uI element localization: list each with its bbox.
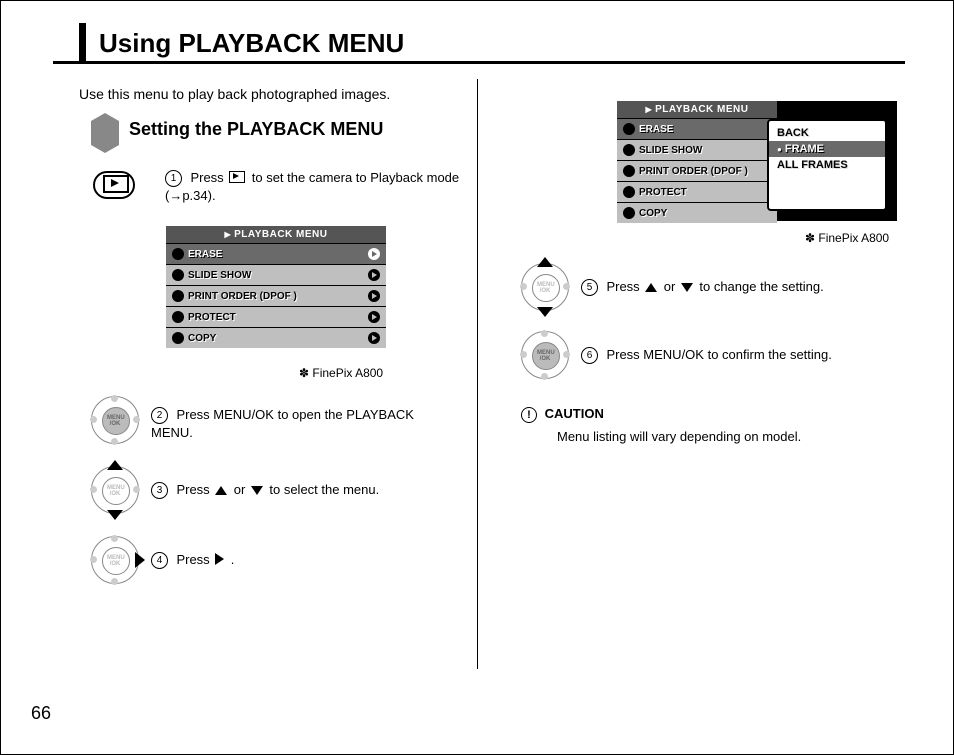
menu-row-copy: COPY <box>166 327 386 348</box>
title-underline <box>53 61 905 64</box>
menu2-row-printorder: PRINT ORDER (DPOF ) <box>617 160 777 181</box>
controller-right-icon: MENU /OK <box>91 536 139 584</box>
menu2-row-copy: COPY <box>617 202 777 223</box>
controller-up-down-icon-2: MENU /OK <box>521 263 569 311</box>
step-number-3: 3 <box>151 482 168 499</box>
playback-button-icon <box>93 171 135 199</box>
step-6: 6 Press MENU/OK to confirm the setting. <box>581 346 901 364</box>
step-5: 5 Press or to change the setting. <box>581 278 901 296</box>
up-arrow-icon <box>215 486 227 495</box>
caution-text: Menu listing will vary depending on mode… <box>557 429 801 444</box>
sub-allframes: ALL FRAMES <box>769 157 885 173</box>
lcd-screen-erase-submenu: PLAYBACK MENU ERASE SLIDE SHOW PRINT ORD… <box>617 101 897 221</box>
intro-text: Use this menu to play back photographed … <box>79 86 390 102</box>
up-arrow-icon-2 <box>645 283 657 292</box>
step-1: 1 Press to set the camera to Playback mo… <box>165 169 465 205</box>
playback-mode-icon <box>229 171 245 183</box>
controller-menu-ok-icon: MENU /OK <box>91 396 139 444</box>
menu-row-erase: ERASE <box>166 243 386 264</box>
screen2-title: PLAYBACK MENU <box>617 101 777 118</box>
step-2-text: Press MENU/OK to open the PLAYBACK MENU. <box>151 407 414 440</box>
sub-frame: FRAME <box>769 141 885 157</box>
step-number-5: 5 <box>581 279 598 296</box>
menu-row-slideshow: SLIDE SHOW <box>166 264 386 285</box>
caution-icon: ! <box>521 407 537 423</box>
hexagon-bullet-icon <box>91 121 119 145</box>
page-number: 66 <box>31 703 51 724</box>
step-4: 4 Press . <box>151 551 451 569</box>
manual-page: Using PLAYBACK MENU Use this menu to pla… <box>0 0 954 755</box>
controller-menu-ok-icon-2: MENU /OK <box>521 331 569 379</box>
right-arrow-icon <box>215 553 224 565</box>
step-1-text-a: Press <box>190 170 227 185</box>
step-6-text: Press MENU/OK to confirm the setting. <box>606 347 831 362</box>
step-number-1: 1 <box>165 170 182 187</box>
model-note-1: FinePix A800 <box>299 366 383 380</box>
controller-up-down-icon: MENU /OK <box>91 466 139 514</box>
model-note-2: FinePix A800 <box>805 231 889 245</box>
lcd-screen-playback-menu: PLAYBACK MENU ERASE SLIDE SHOW PRINT ORD… <box>166 226 386 348</box>
erase-submenu-panel: BACK FRAME ALL FRAMES <box>767 119 887 211</box>
step-number-4: 4 <box>151 552 168 569</box>
step-number-6: 6 <box>581 347 598 364</box>
caution-label: CAUTION <box>545 406 604 421</box>
step-2: 2 Press MENU/OK to open the PLAYBACK MEN… <box>151 406 451 442</box>
sub-back: BACK <box>769 125 885 141</box>
column-divider <box>477 79 478 669</box>
title-rule <box>79 23 86 61</box>
down-arrow-icon <box>251 486 263 495</box>
section-heading: Setting the PLAYBACK MENU <box>129 119 383 140</box>
step-3: 3 Press or to select the menu. <box>151 481 451 499</box>
down-arrow-icon-2 <box>681 283 693 292</box>
menu-row-protect: PROTECT <box>166 306 386 327</box>
menu2-row-slideshow: SLIDE SHOW <box>617 139 777 160</box>
screen1-title: PLAYBACK MENU <box>166 226 386 243</box>
step-number-2: 2 <box>151 407 168 424</box>
caution-heading: ! CAUTION <box>521 406 604 423</box>
menu2-row-protect: PROTECT <box>617 181 777 202</box>
menu2-row-erase: ERASE <box>617 118 777 139</box>
menu-row-printorder: PRINT ORDER (DPOF ) <box>166 285 386 306</box>
page-title: Using PLAYBACK MENU <box>99 28 404 59</box>
